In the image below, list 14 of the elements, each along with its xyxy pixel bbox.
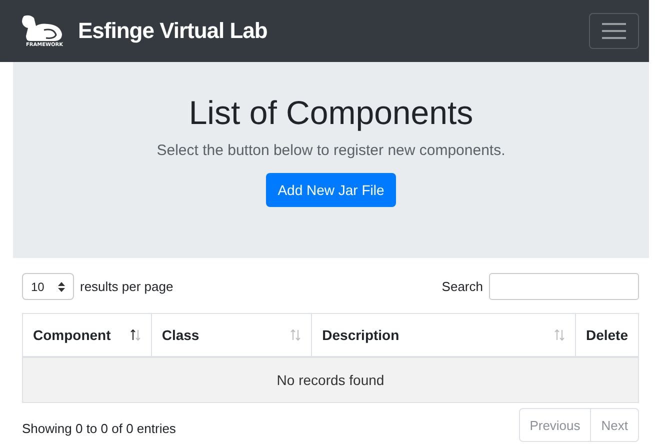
brand-name[interactable]: Esfinge Virtual Lab	[78, 18, 268, 44]
empty-message: No records found	[22, 357, 638, 402]
search-field[interactable]	[489, 273, 639, 300]
page-subtitle: Select the button below to register new components.	[156, 142, 506, 159]
updown-icon	[58, 282, 65, 292]
page-size-label: results per page	[80, 279, 174, 294]
page-title: List of Components	[188, 94, 474, 132]
add-jar-button[interactable]: Add New Jar File	[266, 173, 396, 207]
menu-button[interactable]	[589, 13, 639, 49]
sphinx-logo-icon	[20, 14, 64, 42]
page-size-select[interactable]: 10	[22, 273, 74, 300]
menu-icon	[602, 22, 626, 40]
entries-info: Showing 0 to 0 of 0 entries	[22, 420, 176, 436]
search-label: Search	[442, 279, 483, 294]
